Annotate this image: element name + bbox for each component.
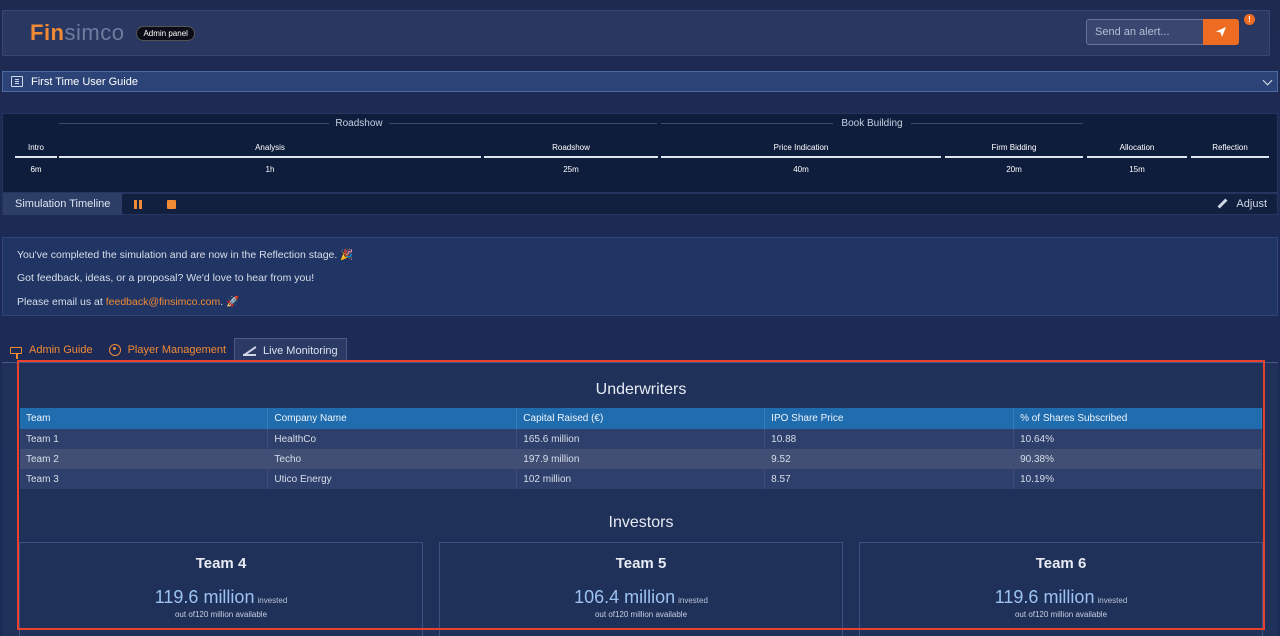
paper-plane-icon xyxy=(1216,27,1226,37)
stage-duration-firm-bidding: 20m xyxy=(1006,165,1022,174)
admin-tabs: Admin Guide Player Management Live Monit… xyxy=(2,338,347,362)
tab-player-management[interactable]: Player Management xyxy=(101,338,234,362)
column-header: IPO Share Price xyxy=(764,408,1015,429)
admin-panel-badge: Admin panel xyxy=(136,25,195,41)
adjust-button[interactable]: Adjust xyxy=(1218,198,1267,210)
stage-price-indication: Price Indication xyxy=(773,143,829,152)
signpost-icon xyxy=(10,346,22,359)
table-cell: Team 3 xyxy=(20,469,269,489)
investor-amount: 119.6 million invested xyxy=(994,587,1128,607)
simulation-timeline: Roadshow Book Building Intro 6m Analysis… xyxy=(2,113,1278,193)
simulation-timeline-label: Simulation Timeline xyxy=(3,193,123,215)
table-cell: 165.6 million xyxy=(516,429,766,449)
notification-badge[interactable]: ! xyxy=(1244,14,1255,25)
stage-duration-intro: 6m xyxy=(30,165,42,174)
column-header: Team xyxy=(20,408,269,429)
table-cell: Techo xyxy=(267,449,518,469)
pause-icon[interactable] xyxy=(134,199,143,209)
table-cell: 10.88 xyxy=(764,429,1015,449)
chevron-down-icon[interactable] xyxy=(1262,75,1273,86)
table-header-row: Team Company Name Capital Raised (€) IPO… xyxy=(20,408,1262,429)
tab-live-monitoring[interactable]: Live Monitoring xyxy=(234,338,347,362)
tab-admin-guide[interactable]: Admin Guide xyxy=(2,338,101,362)
stage-bar-firm-bidding xyxy=(945,156,1083,158)
table-row: Team 1 HealthCo 165.6 million 10.88 10.6… xyxy=(20,429,1262,449)
guide-title: First Time User Guide xyxy=(31,75,138,88)
table-cell: 9.52 xyxy=(764,449,1015,469)
stage-analysis: Analysis xyxy=(255,143,285,152)
column-header: Capital Raised (€) xyxy=(516,408,766,429)
table-cell: 102 million xyxy=(516,469,766,489)
underwriters-title: Underwriters xyxy=(595,381,687,398)
table-cell: 90.38% xyxy=(1013,449,1262,469)
investor-available: out of120 million available xyxy=(1014,610,1108,619)
stage-bar-intro xyxy=(15,156,57,158)
app-header: Finsimco Admin panel Send an alert... ! xyxy=(2,10,1270,56)
investor-amount: 119.6 million invested xyxy=(154,587,288,607)
send-alert-button[interactable] xyxy=(1203,19,1239,45)
stage-bar-price-indication xyxy=(661,156,941,158)
stage-duration-analysis: 1h xyxy=(265,165,275,174)
investor-team-name: Team 4 xyxy=(195,555,247,572)
table-cell: 10.19% xyxy=(1013,469,1262,489)
stage-duration-price-indication: 40m xyxy=(793,165,809,174)
timeline-group-book-building: Book Building xyxy=(833,118,911,129)
stage-bar-roadshow xyxy=(484,156,658,158)
investor-team-name: Team 6 xyxy=(1035,555,1087,572)
investor-card-team-4: Team 4 119.6 million invested out of120 m… xyxy=(19,542,423,636)
investor-card-team-5: Team 5 106.4 million invested out of120 m… xyxy=(439,542,843,636)
timeline-controls: Simulation Timeline Adjust xyxy=(2,193,1278,215)
finsimco-logo[interactable]: Finsimco xyxy=(30,20,124,46)
table-cell: 10.64% xyxy=(1013,429,1262,449)
investor-available: out of120 million available xyxy=(174,610,268,619)
chart-line-icon xyxy=(243,346,257,356)
table-cell: Team 1 xyxy=(20,429,269,449)
investors-title: Investors xyxy=(608,514,674,531)
message-line-3: Please email us at feedback@finsimco.com… xyxy=(17,296,240,308)
send-alert-input[interactable]: Send an alert... xyxy=(1086,19,1204,45)
stage-bar-analysis xyxy=(59,156,481,158)
investor-available: out of120 million available xyxy=(594,610,688,619)
investor-amount: 106.4 million invested xyxy=(574,587,708,607)
column-header: Company Name xyxy=(267,408,518,429)
underwriters-table: Team Company Name Capital Raised (€) IPO… xyxy=(20,408,1262,489)
table-cell: Team 2 xyxy=(20,449,269,469)
message-line-2: Got feedback, ideas, or a proposal? We'd… xyxy=(17,271,315,284)
stage-allocation: Allocation xyxy=(1119,143,1155,152)
column-header: % of Shares Subscribed xyxy=(1013,408,1262,429)
reflection-message-panel: You've completed the simulation and are … xyxy=(2,237,1278,316)
investor-card-team-6: Team 6 119.6 million invested out of120 m… xyxy=(859,542,1263,636)
stage-duration-allocation: 15m xyxy=(1129,165,1145,174)
stage-bar-reflection xyxy=(1191,156,1269,158)
stage-reflection: Reflection xyxy=(1212,143,1248,152)
investor-team-name: Team 5 xyxy=(615,555,667,572)
first-time-user-guide-bar[interactable]: First Time User Guide xyxy=(2,71,1278,92)
table-row: Team 2 Techo 197.9 million 9.52 90.38% xyxy=(20,449,1262,469)
book-icon xyxy=(11,76,23,87)
table-row: Team 3 Utico Energy 102 million 8.57 10.… xyxy=(20,469,1262,489)
table-cell: HealthCo xyxy=(267,429,518,449)
stage-duration-roadshow: 25m xyxy=(563,165,579,174)
stage-firm-bidding: Firm Bidding xyxy=(991,143,1037,152)
table-cell: Utico Energy xyxy=(267,469,518,489)
stage-bar-allocation xyxy=(1087,156,1187,158)
stage-intro: Intro xyxy=(27,143,44,152)
pencil-icon xyxy=(1218,199,1228,209)
message-line-1: You've completed the simulation and are … xyxy=(17,249,354,261)
feedback-email-link[interactable]: feedback@finsimco.com xyxy=(106,296,221,308)
stage-roadshow: Roadshow xyxy=(552,143,590,152)
user-settings-icon xyxy=(108,344,121,356)
table-cell: 197.9 million xyxy=(516,449,766,469)
timeline-group-roadshow: Roadshow xyxy=(329,118,389,129)
stop-icon[interactable] xyxy=(167,199,177,209)
table-cell: 8.57 xyxy=(764,469,1015,489)
